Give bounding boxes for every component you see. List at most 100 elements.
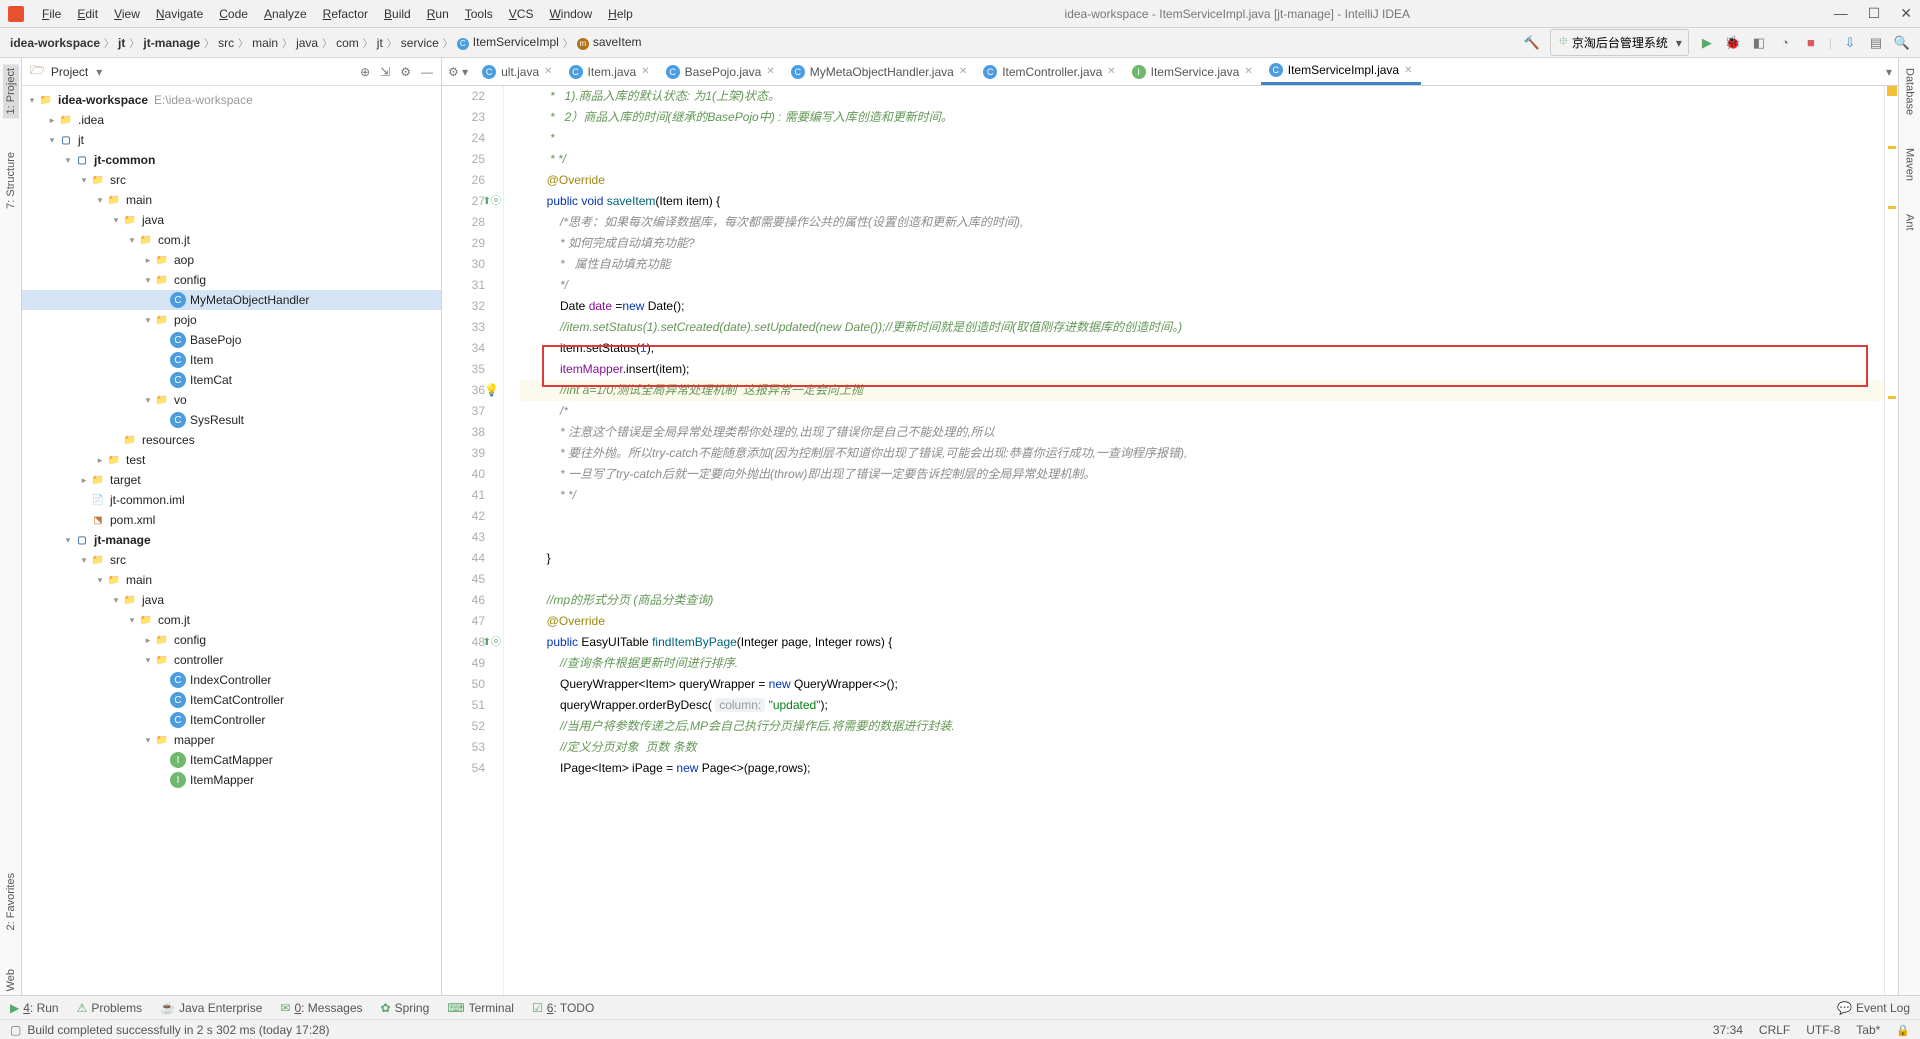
- run-config-selector[interactable]: ⯐ 京淘后台管理系统: [1550, 29, 1689, 56]
- breadcrumb-item[interactable]: saveItem: [577, 35, 642, 50]
- tree-arrow-icon[interactable]: [46, 115, 58, 126]
- breadcrumb-item[interactable]: service: [401, 36, 439, 50]
- collapse-all-icon[interactable]: ⇲: [380, 65, 390, 79]
- chevron-down-icon[interactable]: ▾: [96, 65, 102, 79]
- editor-tab[interactable]: CBasePojo.java✕: [658, 58, 783, 85]
- tree-item[interactable]: config: [22, 630, 441, 650]
- tree-arrow-icon[interactable]: [94, 575, 106, 586]
- bottom-tab[interactable]: ☑6: TODO: [532, 1001, 594, 1015]
- stop-icon[interactable]: ■: [1803, 35, 1819, 51]
- gear-icon[interactable]: ⚙: [400, 65, 411, 79]
- tree-item[interactable]: BasePojo: [22, 330, 441, 350]
- bottom-tab[interactable]: ▶4: Run: [10, 1001, 59, 1015]
- tree-item[interactable]: jt-common: [22, 150, 441, 170]
- breadcrumb-item[interactable]: jt: [377, 36, 383, 50]
- error-stripe[interactable]: [1884, 86, 1898, 995]
- caret-position[interactable]: 37:34: [1713, 1023, 1743, 1037]
- menu-vcs[interactable]: VCS: [501, 7, 542, 21]
- tree-item[interactable]: resources: [22, 430, 441, 450]
- bottom-tab[interactable]: ✿Spring: [381, 1001, 430, 1015]
- tree-arrow-icon[interactable]: [78, 175, 90, 186]
- tree-arrow-icon[interactable]: [142, 655, 154, 666]
- tree-item[interactable]: jt: [22, 130, 441, 150]
- event-log-tab[interactable]: 💬Event Log: [1837, 1001, 1910, 1015]
- close-tab-icon[interactable]: ✕: [544, 66, 552, 77]
- tree-arrow-icon[interactable]: [126, 615, 138, 626]
- tree-arrow-icon[interactable]: [142, 735, 154, 746]
- tree-arrow-icon[interactable]: [110, 215, 122, 226]
- debug-icon[interactable]: 🐞: [1725, 35, 1741, 51]
- tree-item[interactable]: ItemCat: [22, 370, 441, 390]
- menu-navigate[interactable]: Navigate: [148, 7, 211, 21]
- tree-item[interactable]: config: [22, 270, 441, 290]
- tab-favorites[interactable]: 2: Favorites: [3, 869, 19, 934]
- editor-tab[interactable]: Cult.java✕: [474, 58, 560, 85]
- minimize-icon[interactable]: —: [1834, 5, 1848, 22]
- menu-file[interactable]: File: [34, 7, 69, 21]
- tree-arrow-icon[interactable]: [142, 395, 154, 406]
- tree-arrow-icon[interactable]: [62, 535, 74, 546]
- tree-arrow-icon[interactable]: [142, 635, 154, 646]
- tree-item[interactable]: MyMetaObjectHandler: [22, 290, 441, 310]
- tree-item[interactable]: pojo: [22, 310, 441, 330]
- tree-item[interactable]: vo: [22, 390, 441, 410]
- editor-tab[interactable]: IItemService.java✕: [1124, 58, 1261, 85]
- run-coverage-icon[interactable]: ◧: [1751, 35, 1767, 51]
- editor-tab[interactable]: CItemServiceImpl.java✕: [1261, 58, 1421, 85]
- code-editor[interactable]: 222324252627⬆ⓞ282930313233343536💡3738394…: [442, 86, 1898, 995]
- tree-item[interactable]: java: [22, 210, 441, 230]
- menu-help[interactable]: Help: [600, 7, 641, 21]
- bottom-tab[interactable]: ☕Java Enterprise: [160, 1001, 262, 1015]
- inspection-indicator-icon[interactable]: [1887, 86, 1897, 96]
- tree-item[interactable]: main: [22, 190, 441, 210]
- close-icon[interactable]: ✕: [1900, 5, 1912, 22]
- tree-arrow-icon[interactable]: [142, 315, 154, 326]
- tree-item[interactable]: .idea: [22, 110, 441, 130]
- project-panel-title[interactable]: Project: [45, 63, 94, 81]
- tree-item[interactable]: com.jt: [22, 610, 441, 630]
- tree-arrow-icon[interactable]: [126, 235, 138, 246]
- file-encoding[interactable]: UTF-8: [1806, 1023, 1840, 1037]
- tree-item[interactable]: Item: [22, 350, 441, 370]
- menu-view[interactable]: View: [106, 7, 148, 21]
- select-opened-icon[interactable]: ⊕: [360, 65, 370, 79]
- editor-gear-icon[interactable]: ⚙ ▾: [448, 65, 468, 79]
- tree-item[interactable]: ItemMapper: [22, 770, 441, 790]
- search-everywhere-icon[interactable]: 🔍: [1894, 35, 1910, 51]
- tree-item[interactable]: ItemController: [22, 710, 441, 730]
- tree-item[interactable]: mapper: [22, 730, 441, 750]
- editor-tab[interactable]: CItem.java✕: [561, 58, 658, 85]
- vcs-update-icon[interactable]: ⇩: [1842, 35, 1858, 51]
- tree-arrow-icon[interactable]: [78, 555, 90, 566]
- editor-tab[interactable]: CMyMetaObjectHandler.java✕: [783, 58, 975, 85]
- project-structure-icon[interactable]: ▤: [1868, 35, 1884, 51]
- tree-item[interactable]: src: [22, 550, 441, 570]
- breadcrumb-item[interactable]: jt-manage: [143, 36, 200, 50]
- tree-item[interactable]: ItemCatMapper: [22, 750, 441, 770]
- breadcrumb-item[interactable]: main: [252, 36, 278, 50]
- close-tab-icon[interactable]: ✕: [959, 66, 967, 77]
- tree-item[interactable]: com.jt: [22, 230, 441, 250]
- tree-arrow-icon[interactable]: [110, 595, 122, 606]
- line-separator[interactable]: CRLF: [1759, 1023, 1790, 1037]
- menu-build[interactable]: Build: [376, 7, 419, 21]
- breadcrumb-item[interactable]: ItemServiceImpl: [457, 35, 559, 50]
- menu-analyze[interactable]: Analyze: [256, 7, 315, 21]
- tree-item[interactable]: jt-common.iml: [22, 490, 441, 510]
- tree-item[interactable]: pom.xml: [22, 510, 441, 530]
- menu-window[interactable]: Window: [541, 7, 600, 21]
- tabs-overflow-icon[interactable]: ▾: [1886, 65, 1892, 79]
- tree-item[interactable]: jt-manage: [22, 530, 441, 550]
- warning-marker[interactable]: [1888, 146, 1896, 149]
- tab-web[interactable]: Web: [3, 965, 19, 995]
- tree-arrow-icon[interactable]: [62, 155, 74, 166]
- breadcrumb-item[interactable]: com: [336, 36, 359, 50]
- tree-arrow-icon[interactable]: [142, 255, 154, 266]
- warning-marker[interactable]: [1888, 206, 1896, 209]
- breadcrumb-item[interactable]: idea-workspace: [10, 36, 100, 50]
- tree-item[interactable]: SysResult: [22, 410, 441, 430]
- tree-item[interactable]: src: [22, 170, 441, 190]
- close-tab-icon[interactable]: ✕: [1404, 65, 1412, 76]
- tree-item[interactable]: controller: [22, 650, 441, 670]
- menu-edit[interactable]: Edit: [69, 7, 106, 21]
